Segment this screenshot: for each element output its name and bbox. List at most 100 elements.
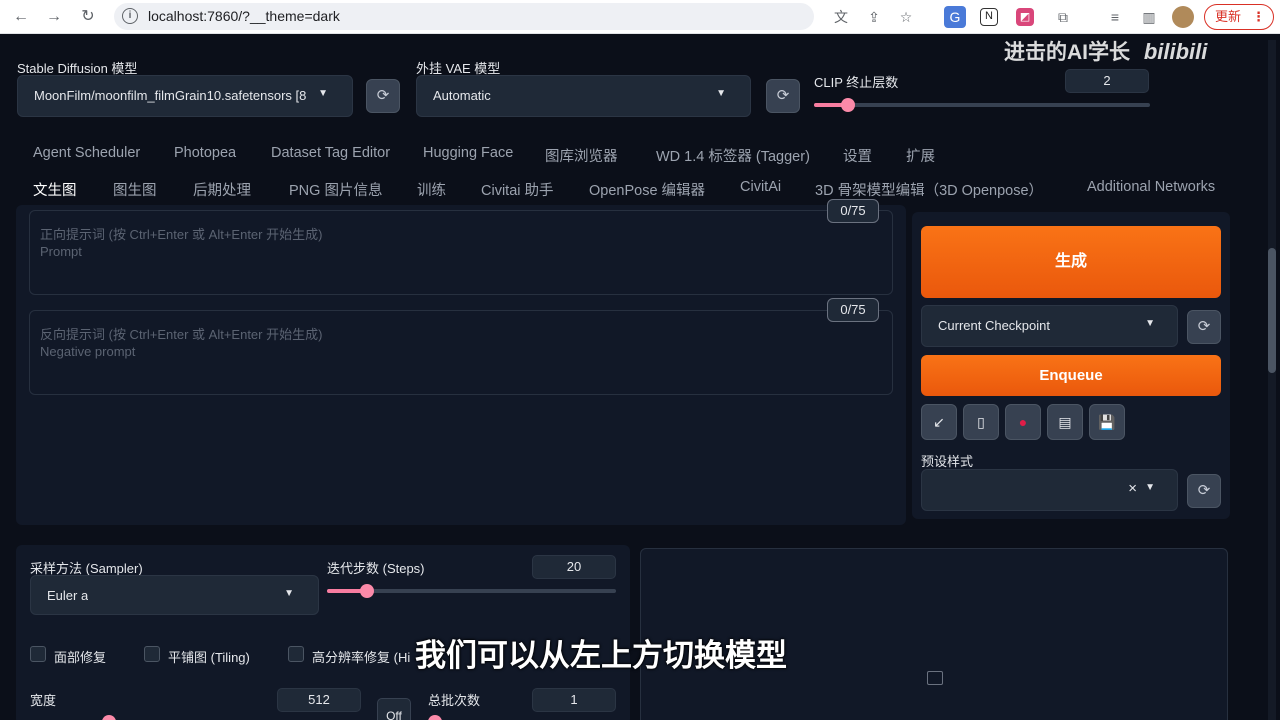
sampler-dropdown[interactable]: Euler a ▼ (30, 575, 319, 615)
clip-skip-label: CLIP 终止层数 (814, 75, 899, 90)
face-restore-checkbox[interactable] (30, 646, 46, 662)
extra-networks-button[interactable]: ● (1005, 404, 1041, 440)
enqueue-button[interactable]: Enqueue (921, 355, 1221, 396)
refresh-icon: ⟳ (1197, 482, 1211, 499)
vae-value: Automatic (433, 88, 491, 103)
arrow-down-left-icon: ↙ (933, 414, 945, 430)
chevron-down-icon: ▼ (716, 88, 726, 99)
bookmark-star-icon[interactable]: ☆ (895, 6, 917, 28)
notion-extension-icon[interactable]: N (980, 8, 998, 26)
swap-dimensions-button[interactable]: Off (377, 698, 411, 720)
main-tab-3[interactable]: PNG 图片信息 (289, 179, 382, 200)
tiling-checkbox[interactable] (144, 646, 160, 662)
image-placeholder-icon (927, 671, 943, 685)
hires-fix-label: 高分辨率修复 (Hi (312, 650, 411, 665)
refresh-model-button[interactable]: ⟳ (366, 79, 400, 113)
checkpoint-value: Current Checkpoint (938, 318, 1050, 333)
extensions-puzzle-icon[interactable]: ⧉ (1052, 6, 1074, 28)
negative-token-counter: 0/75 (827, 298, 879, 322)
site-info-icon[interactable]: i (122, 8, 138, 24)
image-extension-icon[interactable]: ◩ (1016, 8, 1034, 26)
bilibili-logo: bilibili (1143, 39, 1208, 64)
vae-dropdown[interactable]: Automatic ▼ (416, 75, 751, 117)
chevron-down-icon: ▼ (318, 88, 328, 99)
watermark-text: 进击的AI学长 (1004, 41, 1130, 64)
batch-count-label: 总批次数 (428, 693, 481, 708)
update-button[interactable]: 更新 ⋮ (1204, 4, 1274, 30)
back-icon[interactable]: ← (8, 4, 34, 30)
share-icon[interactable]: ⇪ (863, 6, 885, 28)
translate-icon[interactable]: 文 (830, 6, 852, 28)
sd-model-value: MoonFilm/moonfilm_filmGrain10.safetensor… (34, 88, 306, 103)
chevron-down-icon: ▼ (1145, 318, 1155, 329)
reload-icon[interactable]: ↻ (75, 4, 101, 30)
video-subtitle: 我们可以从左上方切换模型 (415, 638, 787, 673)
negative-prompt-textarea[interactable]: 反向提示词 (按 Ctrl+Enter 或 Alt+Enter 开始生成) Ne… (29, 310, 893, 395)
page-scrollbar[interactable] (1268, 40, 1276, 720)
scrollbar-thumb[interactable] (1268, 248, 1276, 373)
ext-tab-0[interactable]: Agent Scheduler (33, 145, 140, 161)
clipboard-icon: ▤ (1058, 414, 1072, 430)
refresh-checkpoint-button[interactable]: ⟳ (1187, 310, 1221, 344)
refresh-styles-button[interactable]: ⟳ (1187, 474, 1221, 508)
read-params-button[interactable]: ↙ (921, 404, 957, 440)
tiling-label: 平铺图 (Tiling) (168, 650, 250, 665)
forward-icon[interactable]: → (41, 4, 67, 30)
side-panel-icon[interactable]: ▥ (1138, 6, 1160, 28)
main-tab-0[interactable]: 文生图 (33, 179, 77, 200)
translate-extension-icon[interactable]: G (944, 6, 966, 28)
main-tab-5[interactable]: Civitai 助手 (481, 179, 554, 200)
generate-button[interactable]: 生成 (921, 226, 1221, 298)
styles-label: 预设样式 (921, 454, 974, 469)
clip-skip-slider[interactable] (814, 98, 1150, 112)
prompt-placeholder: 正向提示词 (按 Ctrl+Enter 或 Alt+Enter 开始生成) (40, 227, 323, 242)
ext-tab-7[interactable]: 扩展 (906, 145, 935, 166)
sd-model-dropdown[interactable]: MoonFilm/moonfilm_filmGrain10.safetensor… (17, 75, 353, 117)
main-tab-9[interactable]: Additional Networks (1087, 179, 1215, 195)
ext-tab-1[interactable]: Photopea (174, 145, 236, 161)
refresh-icon: ⟳ (776, 87, 790, 104)
clipboard-button[interactable]: ▤ (1047, 404, 1083, 440)
main-tab-6[interactable]: OpenPose 编辑器 (589, 179, 705, 200)
main-tab-4[interactable]: 训练 (417, 179, 446, 200)
ext-tab-3[interactable]: Hugging Face (423, 145, 513, 161)
trash-icon: ▯ (977, 414, 985, 430)
clip-skip-input[interactable]: 2 (1065, 69, 1149, 93)
refresh-vae-button[interactable]: ⟳ (766, 79, 800, 113)
refresh-icon: ⟳ (376, 87, 390, 104)
refresh-icon: ⟳ (1197, 318, 1211, 335)
face-restore-label: 面部修复 (54, 650, 107, 665)
steps-slider[interactable] (327, 584, 616, 598)
url-text[interactable]: localhost:7860/?__theme=dark (148, 8, 340, 24)
red-card-icon: ● (1018, 414, 1028, 430)
prompt-placeholder-en: Prompt (40, 244, 82, 259)
checkpoint-dropdown[interactable]: Current Checkpoint ▼ (921, 305, 1178, 347)
negative-prompt-placeholder-en: Negative prompt (40, 344, 136, 359)
reading-list-icon[interactable]: ≡ (1104, 6, 1126, 28)
styles-dropdown[interactable]: × ▼ (921, 469, 1178, 511)
update-label: 更新 (1215, 9, 1242, 24)
ext-tab-6[interactable]: 设置 (843, 145, 872, 166)
ext-tab-2[interactable]: Dataset Tag Editor (271, 145, 390, 161)
width-input[interactable]: 512 (277, 688, 361, 712)
prompt-token-counter: 0/75 (827, 199, 879, 223)
ext-tab-4[interactable]: 图库浏览器 (545, 145, 618, 166)
address-bar[interactable]: i localhost:7860/?__theme=dark (114, 3, 814, 30)
steps-slider-thumb[interactable] (360, 584, 374, 598)
main-tab-2[interactable]: 后期处理 (193, 179, 251, 200)
clear-icon[interactable]: × (1128, 480, 1137, 497)
trash-button[interactable]: ▯ (963, 404, 999, 440)
main-tab-1[interactable]: 图生图 (113, 179, 157, 200)
batch-count-input[interactable]: 1 (532, 688, 616, 712)
prompt-textarea[interactable]: 正向提示词 (按 Ctrl+Enter 或 Alt+Enter 开始生成) Pr… (29, 210, 893, 295)
steps-label: 迭代步数 (Steps) (327, 561, 425, 576)
steps-input[interactable]: 20 (532, 555, 616, 579)
main-tab-8[interactable]: 3D 骨架模型编辑（3D Openpose） (815, 179, 1043, 200)
ext-tab-5[interactable]: WD 1.4 标签器 (Tagger) (656, 145, 810, 166)
profile-avatar[interactable] (1172, 6, 1194, 28)
browser-toolbar: ← → ↻ i localhost:7860/?__theme=dark 文 ⇪… (0, 0, 1280, 34)
clip-skip-slider-thumb[interactable] (841, 98, 855, 112)
save-style-button[interactable]: 💾 (1089, 404, 1125, 440)
hires-fix-checkbox[interactable] (288, 646, 304, 662)
main-tab-7[interactable]: CivitAi (740, 179, 781, 195)
